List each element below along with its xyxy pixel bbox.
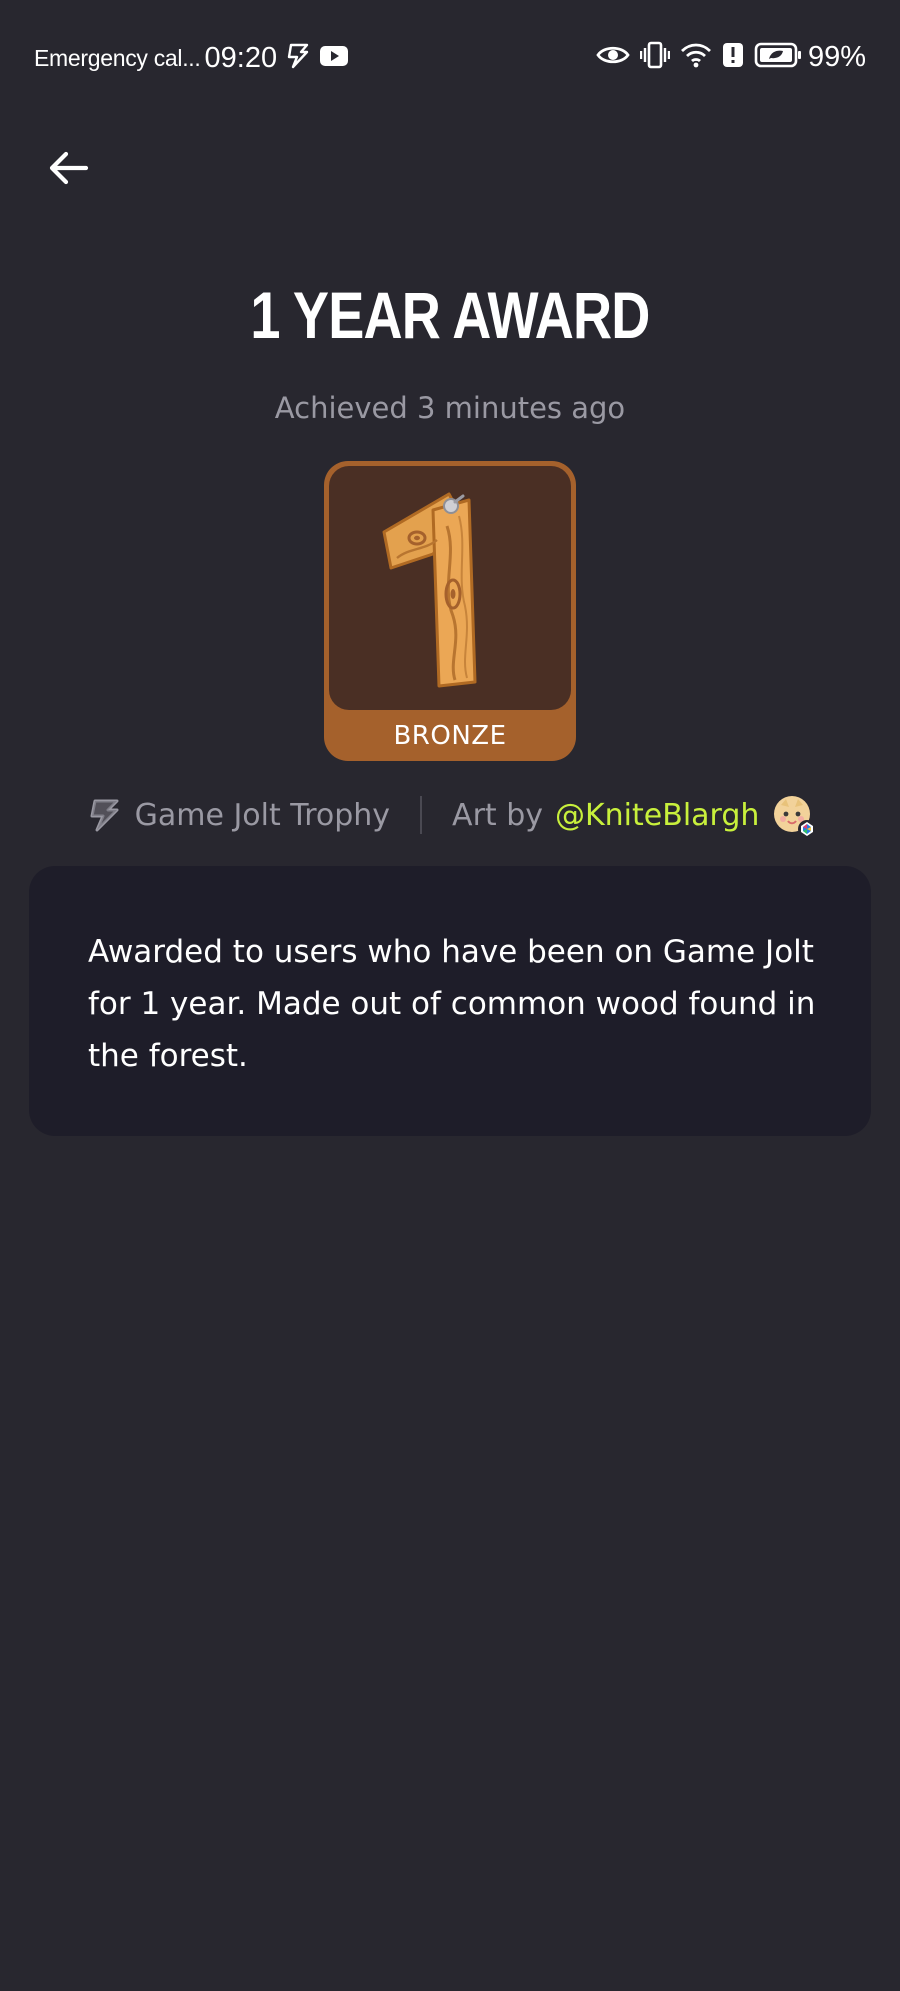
wooden-number-one-icon: [382, 492, 477, 688]
artist-link[interactable]: @KniteBlargh: [555, 798, 759, 833]
trophy-image: [329, 466, 571, 710]
carrier-label: Emergency cal...: [34, 44, 201, 71]
wifi-icon: [680, 41, 712, 73]
trophy-source: Game Jolt Trophy: [87, 798, 390, 833]
youtube-icon: [319, 44, 349, 72]
trophy-description: Awarded to users who have been on Game J…: [88, 934, 816, 1074]
battery-percent: 99%: [807, 40, 866, 73]
status-bar-right: 99%: [586, 40, 866, 74]
art-by-label: Art by: [452, 797, 543, 833]
trophy-source-label: Game Jolt Trophy: [134, 797, 391, 833]
gamejolt-bolt-icon: [285, 43, 311, 73]
trophy-tier-label: BRONZE: [393, 721, 507, 751]
trophy-title: 1 YEAR AWARD: [250, 278, 650, 352]
status-bar: Emergency cal... 09:20 99%: [0, 0, 900, 116]
trophy-card: BRONZE: [324, 461, 576, 761]
trophy-artist: Art by @KniteBlargh: [452, 795, 817, 838]
artist-avatar[interactable]: [773, 795, 817, 838]
meta-divider: [420, 796, 423, 834]
trophy-meta: Game Jolt Trophy Art by @KniteBlargh: [0, 790, 900, 840]
gamejolt-bolt-icon: [90, 799, 119, 832]
back-button[interactable]: [40, 140, 96, 196]
vibrate-icon: [639, 41, 671, 73]
eye-icon: [596, 43, 630, 71]
description-panel: Awarded to users who have been on Game J…: [29, 866, 871, 1136]
arrow-left-icon: [49, 151, 89, 185]
battery-icon: [754, 41, 802, 73]
clock: 09:20: [204, 41, 278, 74]
achieved-time: Achieved 3 minutes ago: [274, 391, 626, 425]
status-bar-left: Emergency cal... 09:20: [34, 42, 349, 74]
alert-icon: [722, 41, 744, 73]
